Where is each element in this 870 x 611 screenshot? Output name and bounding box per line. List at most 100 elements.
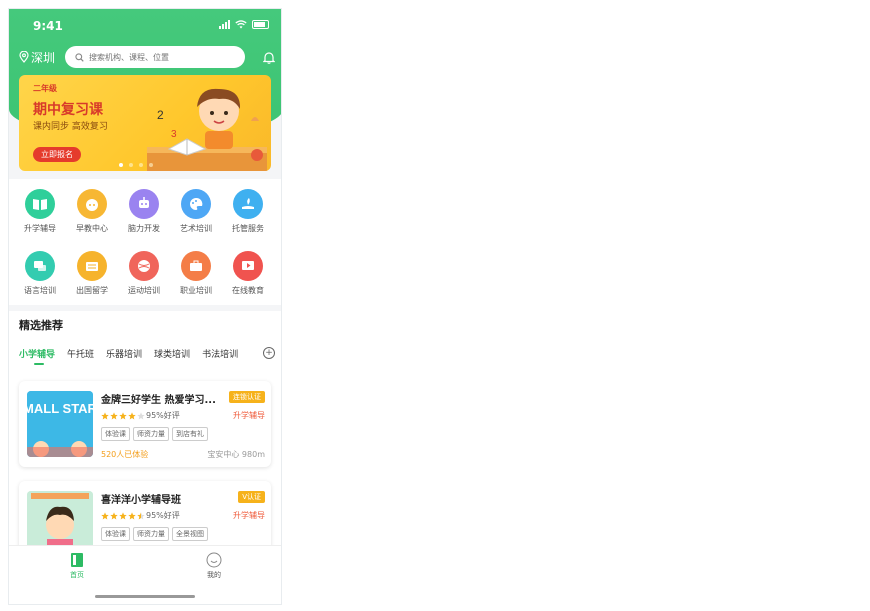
tag: 体验课: [101, 527, 130, 541]
status-bar: 9:41: [9, 9, 281, 43]
tab-lunch-care[interactable]: 午托班: [67, 347, 94, 360]
good-rate: 95%好评: [146, 411, 180, 420]
star-empty-icon: [137, 411, 145, 419]
robot-icon: [129, 189, 159, 219]
category-label: 早教中心: [76, 224, 108, 233]
tab-primary-tutoring[interactable]: 小学辅导: [19, 347, 55, 365]
thumb-text: SMALL STARS: [27, 401, 93, 416]
tag: 全景视图: [172, 527, 208, 541]
category-grid: 升学辅导 早教中心 脑力开发 艺术培训 托管服务 语言培训 出国留学 运动培训 …: [9, 179, 281, 305]
city-label: 深圳: [31, 50, 56, 65]
tab-label: 首页: [70, 571, 84, 579]
star-half-icon: [137, 511, 145, 519]
star-icon: [119, 511, 127, 519]
course-category: 升学辅导: [233, 511, 265, 520]
category-label: 语言培训: [24, 286, 56, 295]
search-icon: [75, 52, 84, 62]
course-category: 升学辅导: [233, 411, 265, 420]
category-art[interactable]: 艺术培训: [170, 189, 222, 234]
play-icon: [233, 251, 263, 281]
search-bar[interactable]: [65, 46, 246, 68]
star-icon: [110, 411, 118, 419]
hand-leaf-icon: [233, 189, 263, 219]
status-time: 9:41: [33, 19, 63, 33]
course-tags: 体验课 师资力量 全景视图: [101, 527, 208, 541]
category-sports[interactable]: 运动培训: [118, 251, 170, 296]
banner-signup-button[interactable]: 立即报名: [33, 147, 81, 162]
battery-icon: [252, 20, 269, 29]
bottom-tab-bar: 首页 我的: [9, 545, 281, 604]
pagination-dot[interactable]: [119, 163, 123, 167]
top-bar: 深圳: [19, 45, 275, 69]
tab-label: 我的: [207, 571, 221, 579]
section-title: 精选推荐: [19, 319, 63, 332]
wifi-icon: [235, 20, 247, 29]
bell-icon[interactable]: [263, 51, 275, 64]
star-icon: [110, 511, 118, 519]
add-tab-icon[interactable]: +: [263, 347, 275, 359]
ball-icon: [129, 251, 159, 281]
recommend-tabs: 小学辅导 午托班 乐器培训 球类培训 书法培训 +: [19, 343, 275, 365]
category-online[interactable]: 在线教育: [222, 251, 274, 296]
good-rate: 95%好评: [146, 511, 180, 520]
category-language[interactable]: 语言培训: [14, 251, 66, 296]
star-icon: [119, 411, 127, 419]
rating: 95%好评: [101, 410, 180, 421]
pagination-dot[interactable]: [129, 163, 133, 167]
location-distance: 宝安中心 980m: [207, 450, 265, 459]
category-label: 职业培训: [180, 286, 212, 295]
status-icons: [219, 20, 269, 29]
promo-banner[interactable]: 二年级 期中复习课 课内同步 高效复习 立即报名 2 3: [19, 75, 271, 171]
category-label: 运动培训: [128, 286, 160, 295]
course-card[interactable]: SMALL STARS 金牌三好学生 热爱学习... 连锁认证 95%好评 升学…: [19, 381, 271, 467]
course-name: 喜洋洋小学辅导班: [101, 495, 181, 506]
tag: 师资力量: [133, 427, 169, 441]
tab-calligraphy[interactable]: 书法培训: [202, 347, 238, 360]
pagination-dot[interactable]: [149, 163, 153, 167]
category-tutoring[interactable]: 升学辅导: [14, 189, 66, 234]
phone-screen: 9:41 深圳 搜索机构、课程、位置 二年级 期中复习课 课内同步 高效复习 立…: [8, 8, 282, 605]
tag: 到店有礼: [172, 427, 208, 441]
star-icon: [101, 511, 109, 519]
location-selector[interactable]: 深圳: [19, 49, 55, 66]
palette-icon: [181, 189, 211, 219]
svg-text:3: 3: [171, 129, 177, 140]
tab-ball-sports[interactable]: 球类培训: [154, 347, 190, 360]
course-name: 金牌三好学生 热爱学习...: [101, 395, 216, 406]
star-icon: [128, 411, 136, 419]
banner-pagination: [119, 163, 153, 167]
category-childcare[interactable]: 托管服务: [222, 189, 274, 234]
certified-badge: V认证: [238, 491, 265, 503]
banner-grade: 二年级: [33, 84, 57, 93]
course-tags: 体验课 师资力量 到店有礼: [101, 427, 208, 441]
briefcase-icon: [181, 251, 211, 281]
book-icon: [25, 189, 55, 219]
category-early-education[interactable]: 早教中心: [66, 189, 118, 234]
category-label: 升学辅导: [24, 224, 56, 233]
baby-face-icon: [77, 189, 107, 219]
signal-icon: [219, 20, 230, 29]
star-icon: [128, 511, 136, 519]
star-icon: [101, 411, 109, 419]
chat-icon: [25, 251, 55, 281]
passport-icon: [77, 251, 107, 281]
category-label: 在线教育: [232, 286, 264, 295]
category-brain-development[interactable]: 脑力开发: [118, 189, 170, 234]
svg-text:2: 2: [157, 108, 164, 122]
rating: 95%好评: [101, 510, 180, 521]
certified-badge: 连锁认证: [229, 391, 265, 403]
tab-home[interactable]: 首页: [57, 552, 97, 580]
category-vocational[interactable]: 职业培训: [170, 251, 222, 296]
experience-count: 520人已体验: [101, 450, 149, 459]
tab-instrument[interactable]: 乐器培训: [106, 347, 142, 360]
home-icon: [71, 553, 83, 567]
category-label: 出国留学: [76, 286, 108, 295]
tag: 体验课: [101, 427, 130, 441]
search-input[interactable]: [89, 52, 230, 62]
profile-icon: [206, 552, 222, 568]
student-illustration: 2 3: [147, 88, 267, 171]
tab-profile[interactable]: 我的: [194, 552, 234, 580]
banner-title: 期中复习课: [33, 102, 103, 118]
pagination-dot[interactable]: [139, 163, 143, 167]
category-study-abroad[interactable]: 出国留学: [66, 251, 118, 296]
